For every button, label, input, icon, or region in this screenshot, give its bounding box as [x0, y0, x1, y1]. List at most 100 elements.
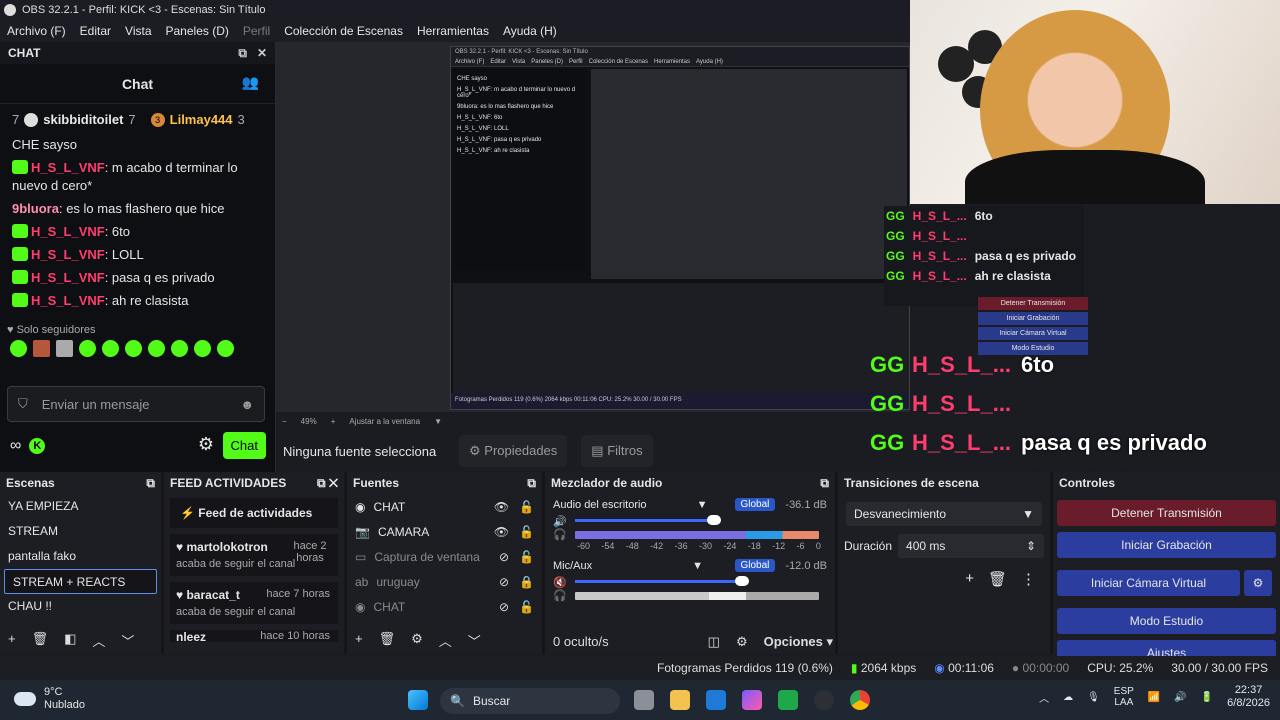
- scene-item-selected[interactable]: STREAM + REACTS: [4, 569, 157, 594]
- supporter-name[interactable]: skibbiditoilet: [43, 112, 123, 127]
- speaker-icon[interactable]: 🔊: [553, 515, 567, 528]
- gear-icon[interactable]: ⚙: [1244, 570, 1272, 596]
- message-user[interactable]: H_S_L_VNF: [31, 293, 105, 308]
- properties-button[interactable]: ⚙ Propiedades: [459, 435, 568, 467]
- scene-item[interactable]: CHAU !!: [0, 594, 161, 619]
- volume-icon[interactable]: 🔊: [1174, 692, 1186, 703]
- battery-icon[interactable]: 🔋: [1201, 692, 1213, 703]
- emote-icon[interactable]: [171, 340, 188, 357]
- file-explorer-icon[interactable]: [670, 690, 690, 710]
- virtual-camera-button[interactable]: Iniciar Cámara Virtual: [1057, 570, 1240, 596]
- emote-icon[interactable]: [102, 340, 119, 357]
- emote-icon[interactable]: [217, 340, 234, 357]
- volume-slider[interactable]: [574, 515, 721, 525]
- spreadsheet-icon[interactable]: [778, 690, 798, 710]
- filters-button[interactable]: ▤ Filtros: [581, 435, 653, 467]
- up-icon[interactable]: ︿: [439, 631, 452, 650]
- menu-perfil[interactable]: Perfil: [236, 24, 277, 38]
- add-icon[interactable]: +: [8, 631, 16, 650]
- filter-icon[interactable]: ◧: [64, 631, 76, 650]
- mic-icon[interactable]: 🎙: [1087, 692, 1100, 703]
- chevron-down-icon[interactable]: ▼: [697, 499, 708, 511]
- eye-off-icon[interactable]: ⊘: [499, 550, 509, 564]
- zoom-out-button[interactable]: −: [282, 417, 287, 426]
- source-item[interactable]: 📷 CAMARA 👁 🔓: [347, 519, 542, 544]
- message-user[interactable]: H_S_L_VNF: [31, 247, 105, 262]
- lock-icon[interactable]: 🔓: [519, 500, 534, 514]
- stepper-icon[interactable]: ⇕: [1026, 539, 1036, 553]
- store-icon[interactable]: [706, 690, 726, 710]
- lock-icon[interactable]: 🔒: [519, 575, 534, 589]
- channel-scope[interactable]: Global: [734, 559, 776, 572]
- menu-vista[interactable]: Vista: [118, 24, 158, 38]
- scene-item[interactable]: STREAM: [0, 519, 161, 544]
- copilot-icon[interactable]: [742, 690, 762, 710]
- infinity-icon[interactable]: ∞: [10, 437, 21, 455]
- users-icon[interactable]: 👥: [242, 74, 259, 91]
- add-icon[interactable]: +: [965, 570, 974, 588]
- source-item[interactable]: ab uruguay ⊘ 🔒: [347, 569, 542, 594]
- windows-start-icon[interactable]: [408, 690, 428, 710]
- chat-send-button[interactable]: Chat: [222, 432, 266, 459]
- gear-icon[interactable]: ⚙: [411, 631, 423, 650]
- eye-icon[interactable]: 👁: [494, 525, 509, 539]
- headphones-icon[interactable]: 🎧: [553, 589, 567, 602]
- muted-speaker-icon[interactable]: 🔇: [553, 576, 567, 589]
- chevron-down-icon[interactable]: ▼: [434, 417, 442, 426]
- emote-icon[interactable]: [33, 340, 50, 357]
- kick-icon[interactable]: K: [29, 438, 46, 454]
- down-icon[interactable]: ﹀: [468, 631, 481, 650]
- up-icon[interactable]: ︿: [92, 631, 105, 650]
- trash-icon[interactable]: 🗑: [988, 570, 1007, 588]
- message-user[interactable]: 9bluora: [12, 201, 59, 216]
- fit-window-button[interactable]: Ajustar a la ventana: [349, 417, 420, 426]
- channel-scope[interactable]: Global: [734, 498, 776, 511]
- menu-paneles[interactable]: Paneles (D): [159, 24, 236, 38]
- source-item[interactable]: ◉ CHAT ⊘ 🔓: [347, 594, 542, 619]
- emoji-icon[interactable]: ☻: [240, 397, 254, 412]
- options-button[interactable]: Opciones ▾: [764, 634, 833, 650]
- trash-icon[interactable]: 🗑: [379, 631, 396, 650]
- layout-icon[interactable]: ◫: [708, 634, 720, 650]
- eye-icon[interactable]: 👁: [494, 500, 509, 514]
- eye-off-icon[interactable]: ⊘: [499, 575, 509, 589]
- emote-icon[interactable]: [56, 340, 73, 357]
- message-user[interactable]: H_S_L_VNF: [31, 160, 105, 175]
- menu-archivo[interactable]: Archivo (F): [0, 24, 73, 38]
- source-item[interactable]: ▭ Captura de ventana ⊘ 🔓: [347, 544, 542, 569]
- language-indicator[interactable]: ESP LAA: [1114, 686, 1134, 708]
- supporter-name[interactable]: Lilmay444: [170, 112, 233, 127]
- down-icon[interactable]: ﹀: [121, 631, 134, 650]
- emote-icon[interactable]: [194, 340, 211, 357]
- headphones-icon[interactable]: 🎧: [553, 528, 567, 541]
- float-icon[interactable]: ⧉: [820, 476, 829, 491]
- close-icon[interactable]: ✕: [257, 46, 267, 61]
- emote-icon[interactable]: [148, 340, 165, 357]
- lock-icon[interactable]: 🔓: [519, 550, 534, 564]
- message-user[interactable]: H_S_L_VNF: [31, 270, 105, 285]
- menu-herramientas[interactable]: Herramientas: [410, 24, 496, 38]
- gear-icon[interactable]: ⚙: [736, 634, 748, 650]
- more-icon[interactable]: ⋮: [1021, 570, 1036, 588]
- chat-input[interactable]: ⛉ Enviar un mensaje ☻: [7, 386, 265, 422]
- duration-field[interactable]: 400 ms ⇕: [898, 534, 1044, 558]
- chevron-down-icon[interactable]: ▼: [692, 560, 703, 572]
- weather-widget[interactable]: 9°C Nublado: [14, 686, 85, 712]
- chrome-icon[interactable]: [850, 690, 870, 710]
- scene-item[interactable]: YA EMPIEZA: [0, 494, 161, 519]
- message-user[interactable]: H_S_L_VNF: [31, 224, 105, 239]
- zoom-in-button[interactable]: +: [331, 417, 336, 426]
- emote-icon[interactable]: [125, 340, 142, 357]
- taskbar-search[interactable]: 🔍 Buscar: [440, 688, 620, 714]
- lock-icon[interactable]: 🔓: [519, 600, 534, 614]
- onedrive-icon[interactable]: ☁: [1063, 692, 1073, 703]
- task-view-icon[interactable]: [634, 690, 654, 710]
- wifi-icon[interactable]: 📶: [1148, 692, 1160, 703]
- scene-item[interactable]: pantalla fako: [0, 544, 161, 569]
- gear-icon[interactable]: ⚙: [198, 434, 214, 455]
- stop-stream-button[interactable]: Detener Transmisión: [1057, 500, 1276, 526]
- float-icon[interactable]: ⧉: [238, 46, 247, 61]
- close-icon[interactable]: ⧉ ✕: [317, 476, 338, 491]
- source-item[interactable]: ◉ CHAT 👁 🔓: [347, 494, 542, 519]
- transition-select[interactable]: Desvanecimiento ▼: [846, 502, 1042, 526]
